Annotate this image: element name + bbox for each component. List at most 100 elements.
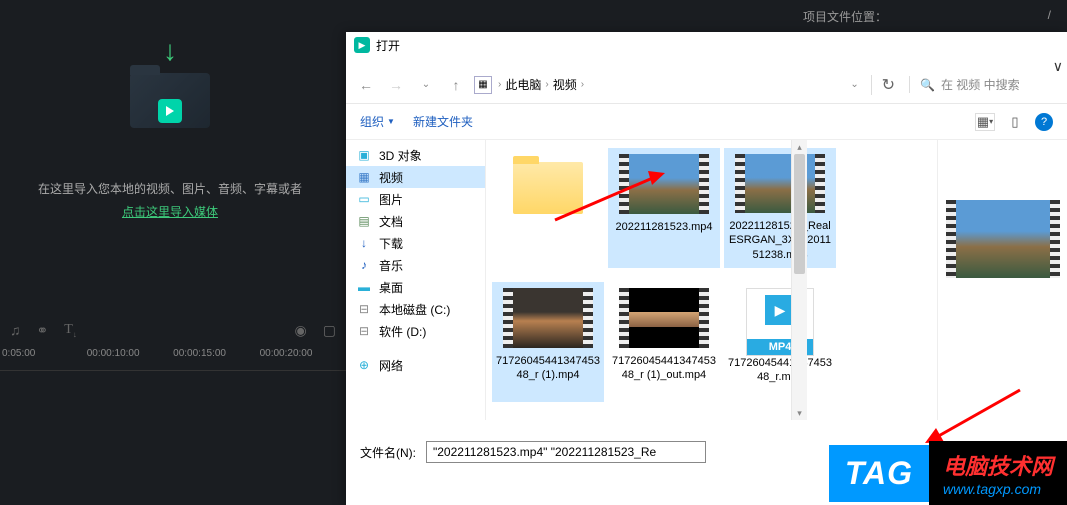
file-item-video[interactable]: 202211281523_RealESRGAN_3X_1201151238.mp… <box>724 148 836 268</box>
target-icon[interactable]: ◉ <box>295 322 307 339</box>
filmora-badge-icon <box>158 99 182 123</box>
video-thumbnail <box>619 154 709 214</box>
tree-item-disk-d[interactable]: ⊟软件 (D:) <box>346 320 485 342</box>
file-label: 7172604544134745348_r.mp4 <box>726 356 834 385</box>
scroll-thumb[interactable] <box>794 154 805 274</box>
file-item-video[interactable]: 202211281523.mp4 <box>608 148 720 268</box>
tree-item-3d[interactable]: ▣3D 对象 <box>346 144 485 166</box>
search-icon: 🔍 <box>920 78 935 92</box>
chevron-right-icon[interactable]: › <box>498 79 501 90</box>
tree-item-videos[interactable]: ▦视频 <box>346 166 485 188</box>
project-location-value: / <box>1048 8 1051 25</box>
chevron-right-icon: › <box>545 79 548 90</box>
vertical-scrollbar[interactable]: ▴ ▾ <box>791 140 807 420</box>
folder-icon <box>130 73 210 128</box>
shield-icon[interactable]: ▢ <box>323 322 336 339</box>
import-folder-illustration: ↓ <box>110 50 230 150</box>
watermark: TAG 电脑技术网 www.tagxp.com <box>829 441 1067 505</box>
tree-item-downloads[interactable]: ↓下载 <box>346 232 485 254</box>
file-item-video[interactable]: 7172604544134745348_r (1)_out.mp4 <box>608 282 720 402</box>
search-placeholder: 在 视频 中搜索 <box>941 76 1020 93</box>
location-icon[interactable]: ▦ <box>474 76 492 94</box>
media-import-area[interactable]: ↓ 在这里导入您本地的视频、图片、音频、字幕或者 点击这里导入媒体 <box>30 50 310 250</box>
import-media-link[interactable]: 点击这里导入媒体 <box>122 203 218 220</box>
filename-input[interactable] <box>426 441 706 463</box>
tree-item-desktop[interactable]: ▬桌面 <box>346 276 485 298</box>
watermark-text: 电脑技术网 www.tagxp.com <box>929 441 1067 505</box>
time-mark: 00:00:15:00 <box>173 348 259 368</box>
dialog-toolbar: 组织 ▼ 新建文件夹 ▦ ▾ ▯ ? <box>346 104 1067 140</box>
watermark-tag: TAG <box>829 445 929 502</box>
time-mark: 0:05:00 <box>0 348 87 368</box>
file-item-folder[interactable] <box>492 148 604 268</box>
music-icon: ♪ <box>356 258 372 272</box>
breadcrumb-item[interactable]: 视频 <box>553 76 577 93</box>
doc-icon: ▤ <box>356 214 372 228</box>
new-folder-button[interactable]: 新建文件夹 <box>413 113 473 130</box>
timeline-track[interactable] <box>0 370 346 400</box>
text-tool-icon[interactable]: T↓ <box>64 322 77 339</box>
timeline-toolbar: ♫ ⚭ T↓ ◉ ▢ <box>0 315 346 345</box>
folder-tree: ▣3D 对象 ▦视频 ▭图片 ▤文档 ↓下载 ♪音乐 ▬桌面 ⊟本地磁盘 (C:… <box>346 140 486 420</box>
close-icon[interactable]: ∨ <box>1053 58 1063 75</box>
time-mark: 00:00:10:00 <box>87 348 173 368</box>
tree-item-documents[interactable]: ▤文档 <box>346 210 485 232</box>
arrow-down-icon: ↓ <box>163 35 177 67</box>
dialog-main-area: ▣3D 对象 ▦视频 ▭图片 ▤文档 ↓下载 ♪音乐 ▬桌面 ⊟本地磁盘 (C:… <box>346 140 1067 420</box>
dialog-titlebar: ▶ 打开 <box>346 32 1067 58</box>
video-thumbnail <box>503 288 593 348</box>
organize-dropdown[interactable]: 组织 ▼ <box>360 113 395 130</box>
nav-recent-dropdown[interactable]: ⌄ <box>414 73 438 97</box>
search-field[interactable]: 🔍 在 视频 中搜索 <box>909 76 1059 93</box>
breadcrumb-path: › 此电脑 › 视频 › <box>498 76 837 93</box>
breadcrumb-item[interactable]: 此电脑 <box>505 76 541 93</box>
video-thumbnail <box>735 154 825 213</box>
timeline-ruler[interactable]: 0:05:00 00:00:10:00 00:00:15:00 00:00:20… <box>0 348 346 368</box>
nav-up-button[interactable]: ↑ <box>444 73 468 97</box>
breadcrumb-dropdown[interactable]: ⌄ <box>843 73 867 97</box>
watermark-url: www.tagxp.com <box>943 481 1053 497</box>
scroll-up-icon[interactable]: ▴ <box>792 140 807 154</box>
download-icon: ↓ <box>356 236 372 250</box>
scroll-down-icon[interactable]: ▾ <box>792 406 807 420</box>
help-icon[interactable]: ? <box>1035 113 1053 131</box>
file-label: 7172604544134745348_r (1)_out.mp4 <box>610 354 718 383</box>
filename-label: 文件名(N): <box>360 444 416 461</box>
preview-pane <box>937 140 1067 420</box>
music-notes-icon[interactable]: ♫ <box>10 322 21 338</box>
file-item-video[interactable]: 7172604544134745348_r (1).mp4 <box>492 282 604 402</box>
file-item-video[interactable]: ▶ MP4 7172604544134745348_r.mp4 <box>724 282 836 402</box>
refresh-button[interactable]: ↻ <box>871 75 905 95</box>
tree-item-music[interactable]: ♪音乐 <box>346 254 485 276</box>
file-label: 7172604544134745348_r (1).mp4 <box>494 354 602 383</box>
tree-item-disk-c[interactable]: ⊟本地磁盘 (C:) <box>346 298 485 320</box>
file-open-dialog: ▶ 打开 ∨ ← → ⌄ ↑ ▦ › 此电脑 › 视频 › ⌄ ↻ 🔍 在 视频… <box>346 32 1067 505</box>
file-label: 202211281523_RealESRGAN_3X_1201151238.mp… <box>726 219 834 262</box>
watermark-title: 电脑技术网 <box>943 449 1053 481</box>
import-hint-text: 在这里导入您本地的视频、图片、音频、字幕或者 <box>38 180 302 197</box>
navigation-bar: ← → ⌄ ↑ ▦ › 此电脑 › 视频 › ⌄ ↻ 🔍 在 视频 中搜索 <box>346 66 1067 104</box>
film-icon: ▦ <box>356 170 372 184</box>
link-icon[interactable]: ⚭ <box>37 322 49 339</box>
dialog-title-text: 打开 <box>376 37 400 54</box>
network-icon: ⊕ <box>356 358 372 372</box>
disk-icon: ⊟ <box>356 324 372 338</box>
filmora-app-icon: ▶ <box>354 37 370 53</box>
video-thumbnail <box>619 288 709 348</box>
file-label: 202211281523.mp4 <box>615 220 712 234</box>
cube-icon: ▣ <box>356 148 372 162</box>
disk-icon: ⊟ <box>356 302 372 316</box>
view-mode-dropdown[interactable]: ▦ ▾ <box>975 113 995 131</box>
preview-thumbnail <box>946 200 1060 278</box>
file-grid[interactable]: 202211281523.mp4 202211281523_RealESRGAN… <box>486 140 937 420</box>
time-mark: 00:00:20:00 <box>260 348 346 368</box>
nav-forward-button[interactable]: → <box>384 73 408 97</box>
tree-item-pictures[interactable]: ▭图片 <box>346 188 485 210</box>
project-location-label: 项目文件位置： <box>803 8 887 25</box>
folder-icon <box>513 162 583 214</box>
tree-item-network[interactable]: ⊕网络 <box>346 354 485 376</box>
nav-back-button[interactable]: ← <box>354 73 378 97</box>
desktop-icon: ▬ <box>356 280 372 294</box>
image-icon: ▭ <box>356 192 372 206</box>
preview-pane-toggle[interactable]: ▯ <box>1005 113 1025 131</box>
